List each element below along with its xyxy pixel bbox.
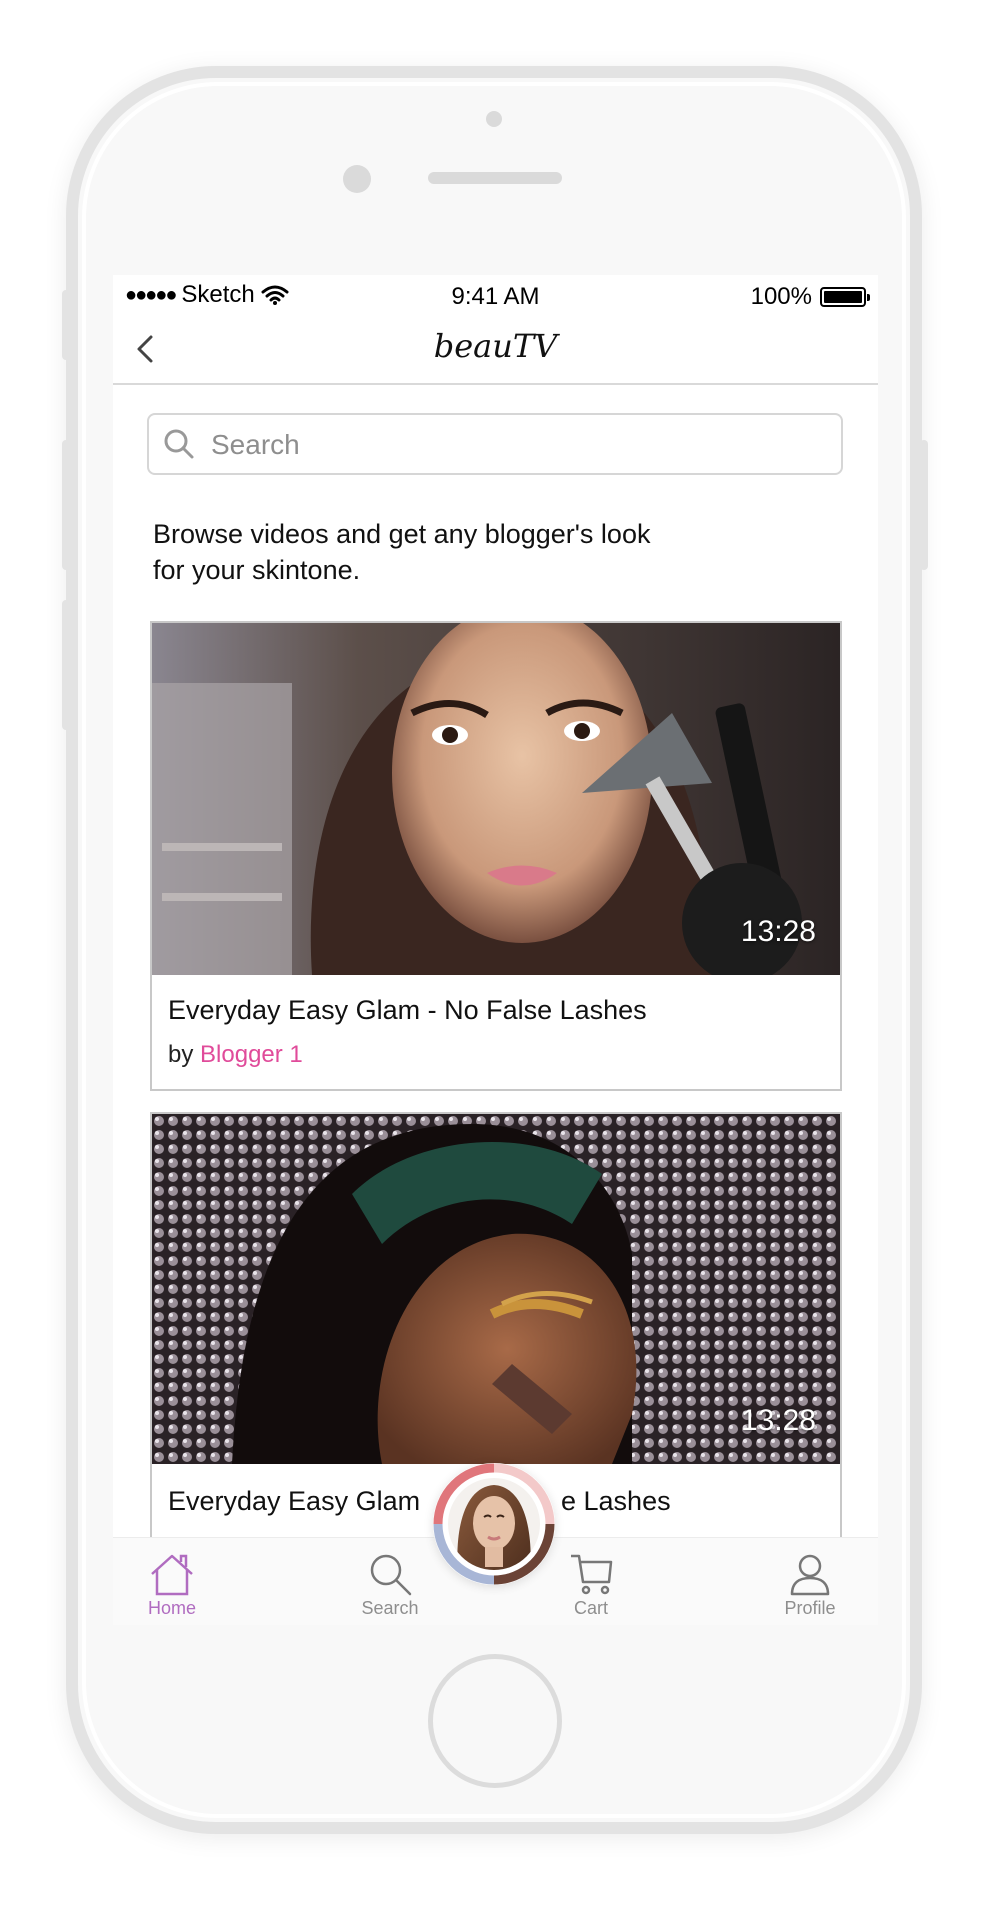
video-title-right: e Lashes: [561, 1486, 671, 1516]
front-camera: [343, 165, 371, 193]
tab-search[interactable]: Search: [335, 1538, 445, 1625]
video-title[interactable]: Everyday Easy Glam e Lashes: [168, 1486, 671, 1517]
proximity-sensor: [486, 111, 502, 127]
video-title[interactable]: Everyday Easy Glam - No False Lashes: [168, 995, 647, 1026]
search-icon: [370, 1554, 412, 1596]
tab-label-cart: Cart: [573, 1598, 608, 1618]
video-thumbnail[interactable]: 13:28: [152, 623, 840, 975]
status-bar: ●●●●● Sketch 9:41 AM 100%: [113, 275, 878, 315]
video-thumbnail-image: [152, 1114, 840, 1464]
navigation-bar: beauTV: [113, 315, 878, 385]
app-screen: ●●●●● Sketch 9:41 AM 100% beauTV Search …: [113, 275, 878, 1625]
tab-label-home: Home: [147, 1598, 196, 1618]
battery-percent: 100%: [750, 283, 812, 310]
video-title-left: Everyday Easy Glam: [168, 1486, 421, 1516]
volume-down-button: [62, 600, 70, 730]
search-icon: [164, 429, 194, 459]
page-title: beauTV: [433, 327, 558, 365]
intro-line-1: Browse videos and get any blogger's look: [153, 519, 651, 549]
tab-label-search: Search: [361, 1598, 419, 1618]
home-icon: [151, 1554, 193, 1596]
video-byline: by Blogger 1: [168, 1041, 303, 1069]
by-label: by: [168, 1041, 194, 1068]
video-thumbnail[interactable]: 13:28: [152, 1114, 840, 1464]
battery-icon: [820, 287, 870, 307]
video-thumbnail-image: [152, 623, 840, 975]
tab-profile[interactable]: Profile: [755, 1538, 865, 1625]
home-button[interactable]: [428, 1654, 562, 1788]
blogger-link[interactable]: Blogger 1: [200, 1041, 303, 1068]
search-bar[interactable]: [147, 413, 843, 475]
tab-home[interactable]: Home: [117, 1538, 227, 1625]
volume-up-button: [62, 440, 70, 570]
profile-icon: [790, 1554, 830, 1596]
cart-icon: [571, 1554, 613, 1595]
video-duration: 13:28: [740, 915, 816, 948]
earpiece-speaker: [428, 172, 562, 184]
battery-status: 100%: [750, 283, 870, 311]
search-input[interactable]: [211, 425, 811, 465]
mute-switch: [62, 290, 70, 360]
skintone-ring-icon: [433, 1463, 555, 1585]
skintone-face-button[interactable]: [433, 1463, 555, 1585]
power-button: [920, 440, 928, 570]
tab-label-profile: Profile: [784, 1598, 836, 1618]
intro-text: Browse videos and get any blogger's look…: [153, 516, 713, 588]
video-duration: 13:28: [740, 1404, 816, 1437]
video-card[interactable]: 13:28 Everyday Easy Glam - No False Lash…: [150, 621, 842, 1091]
intro-line-2: for your skintone.: [153, 555, 361, 585]
